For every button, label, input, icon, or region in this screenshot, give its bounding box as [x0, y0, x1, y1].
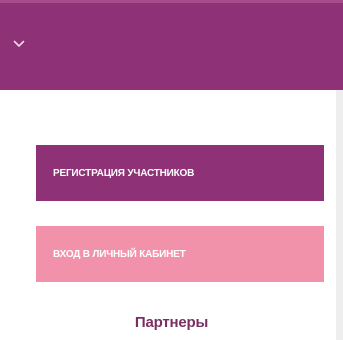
partners-heading: Партнеры: [134, 314, 209, 331]
right-scrollbar-track: [336, 90, 343, 340]
register-participants-button[interactable]: РЕГИСТРАЦИЯ УЧАСТНИКОВ: [36, 145, 324, 201]
chevron-down-icon[interactable]: [12, 37, 26, 51]
register-participants-label: РЕГИСТРАЦИЯ УЧАСТНИКОВ: [53, 167, 195, 179]
personal-account-login-button[interactable]: ВХОД В ЛИЧНЫЙ КАБИНЕТ: [36, 226, 324, 282]
personal-account-login-label: ВХОД В ЛИЧНЫЙ КАБИНЕТ: [53, 248, 186, 260]
top-navigation-bar: [0, 0, 343, 90]
page: РЕГИСТРАЦИЯ УЧАСТНИКОВ ВХОД В ЛИЧНЫЙ КАБ…: [0, 0, 343, 340]
